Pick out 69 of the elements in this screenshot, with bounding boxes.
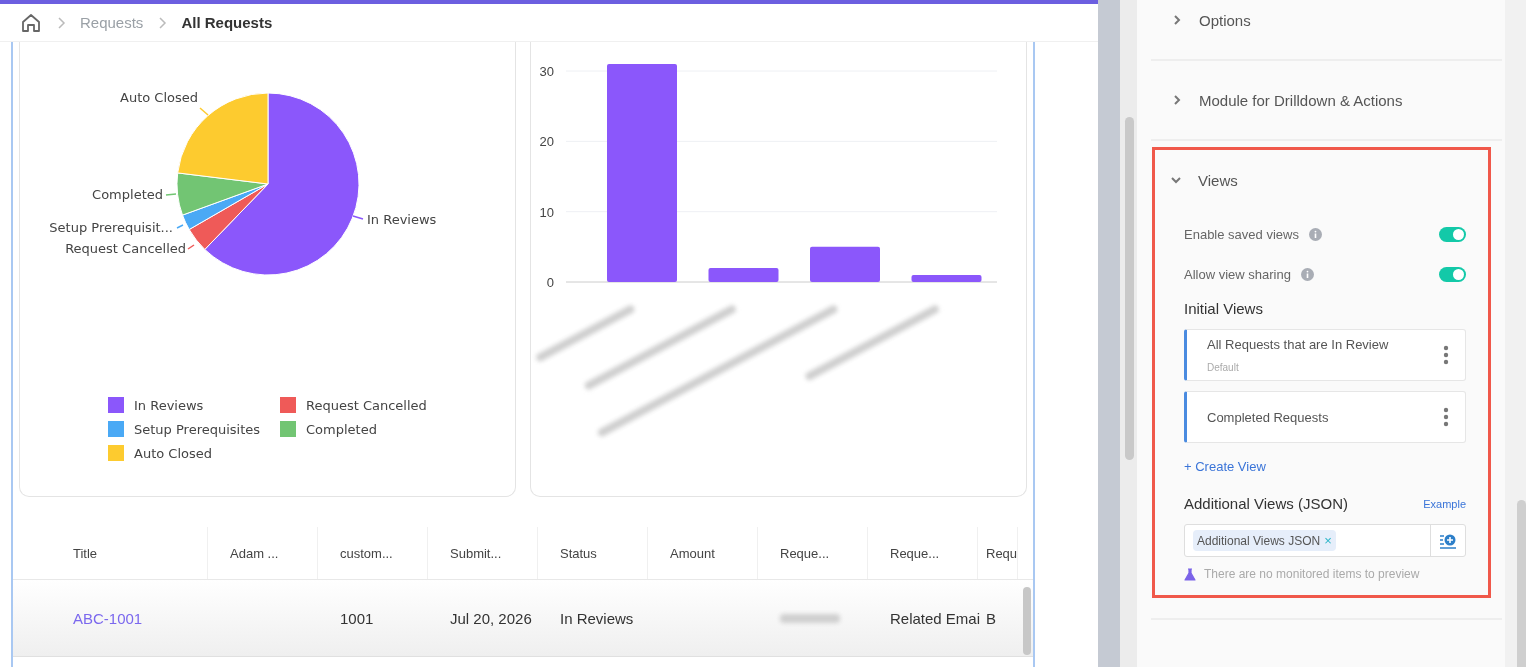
scrollbar[interactable] <box>1125 117 1134 460</box>
column-header[interactable]: Reque... <box>758 527 868 579</box>
leader-line <box>187 244 195 250</box>
column-header[interactable]: Requ <box>978 527 1018 579</box>
axis-tick-label: 20 <box>539 134 554 150</box>
hint-text: There are no monitored items to preview <box>1204 567 1420 581</box>
axis-tick-label: 30 <box>539 64 554 80</box>
column-header[interactable]: Adam ... <box>208 527 318 579</box>
toggle-switch[interactable] <box>1439 266 1466 282</box>
slice-label: In Reviews <box>367 212 437 227</box>
axis-tick-label: 10 <box>539 204 554 220</box>
blurred-text <box>780 613 840 623</box>
table-cell-text: Related Emai <box>889 608 978 629</box>
example-link[interactable]: Example <box>1423 497 1466 510</box>
slice-label: Request Cancelled <box>65 241 186 256</box>
section-header[interactable]: Module for Drilldown & Actions <box>1171 61 1403 139</box>
toggle-label: Enable saved views <box>1184 226 1299 242</box>
flask-icon <box>1184 567 1196 581</box>
slice-label: Setup Prerequisit... <box>49 220 173 235</box>
more-icon[interactable] <box>1443 407 1449 427</box>
legend-label: Setup Prerequisites <box>134 421 261 437</box>
chevron-right-icon <box>1171 94 1183 106</box>
section-header[interactable]: Options <box>1171 0 1251 59</box>
leader-line <box>352 215 364 220</box>
subsection-title: Initial Views <box>1184 300 1264 317</box>
scrollbar[interactable] <box>1517 500 1526 667</box>
chevron-right-icon <box>1171 14 1183 26</box>
column-header[interactable]: Amount <box>648 527 758 579</box>
slice-label: Auto Closed <box>120 90 198 105</box>
field-label: Additional Views (JSON) <box>1184 495 1348 512</box>
info-icon <box>1308 227 1322 241</box>
column-header[interactable]: custom... <box>318 527 428 579</box>
home-icon[interactable] <box>20 11 42 34</box>
column-header[interactable]: Submit... <box>428 527 538 579</box>
legend-label: In Reviews <box>134 397 204 413</box>
breadcrumb-item: All Requests <box>181 14 273 31</box>
chevron-right-icon <box>157 16 168 29</box>
view-name: All Requests that are In Review <box>1207 337 1390 352</box>
column-header[interactable]: Title <box>13 527 208 579</box>
legend-label: Completed <box>306 421 377 437</box>
view-card[interactable]: All Requests that are In Review Default <box>1184 329 1466 381</box>
info-icon <box>1300 267 1314 281</box>
table-cell-link[interactable]: ABC-1001 <box>13 580 208 656</box>
view-subtitle: Default <box>1207 362 1240 373</box>
toggle-switch[interactable] <box>1439 226 1466 242</box>
leader-line <box>176 224 184 229</box>
table-cell-text: B <box>985 608 997 629</box>
section-header[interactable]: Views <box>1170 150 1238 210</box>
column-header[interactable]: Status <box>538 527 648 579</box>
table-cell-text: In Reviews <box>559 608 635 629</box>
slice-label: Completed <box>92 187 163 202</box>
tag-chip: Additional Views JSON × <box>1193 530 1336 551</box>
axis-tick-label: 0 <box>546 275 554 290</box>
scrollbar[interactable] <box>1023 587 1031 655</box>
leader-line <box>199 107 209 116</box>
chevron-right-icon <box>56 16 66 29</box>
view-card[interactable]: Completed Requests <box>1184 391 1466 443</box>
tag-input-field[interactable]: Additional Views JSON × <box>1184 524 1466 557</box>
toggle-label: Allow view sharing <box>1184 266 1291 282</box>
view-name: Completed Requests <box>1207 409 1330 425</box>
leader-line <box>165 193 177 196</box>
legend-label: Auto Closed <box>134 445 212 461</box>
table-cell-text: Jul 20, 2026 <box>449 608 533 629</box>
column-header[interactable]: Reque... <box>868 527 978 579</box>
more-icon[interactable] <box>1443 345 1449 365</box>
legend-label: Request Cancelled <box>306 397 427 413</box>
table-cell-text: 1001 <box>339 608 375 629</box>
create-view-link[interactable]: + Create View <box>1184 459 1266 474</box>
chevron-down-icon <box>1170 174 1182 186</box>
